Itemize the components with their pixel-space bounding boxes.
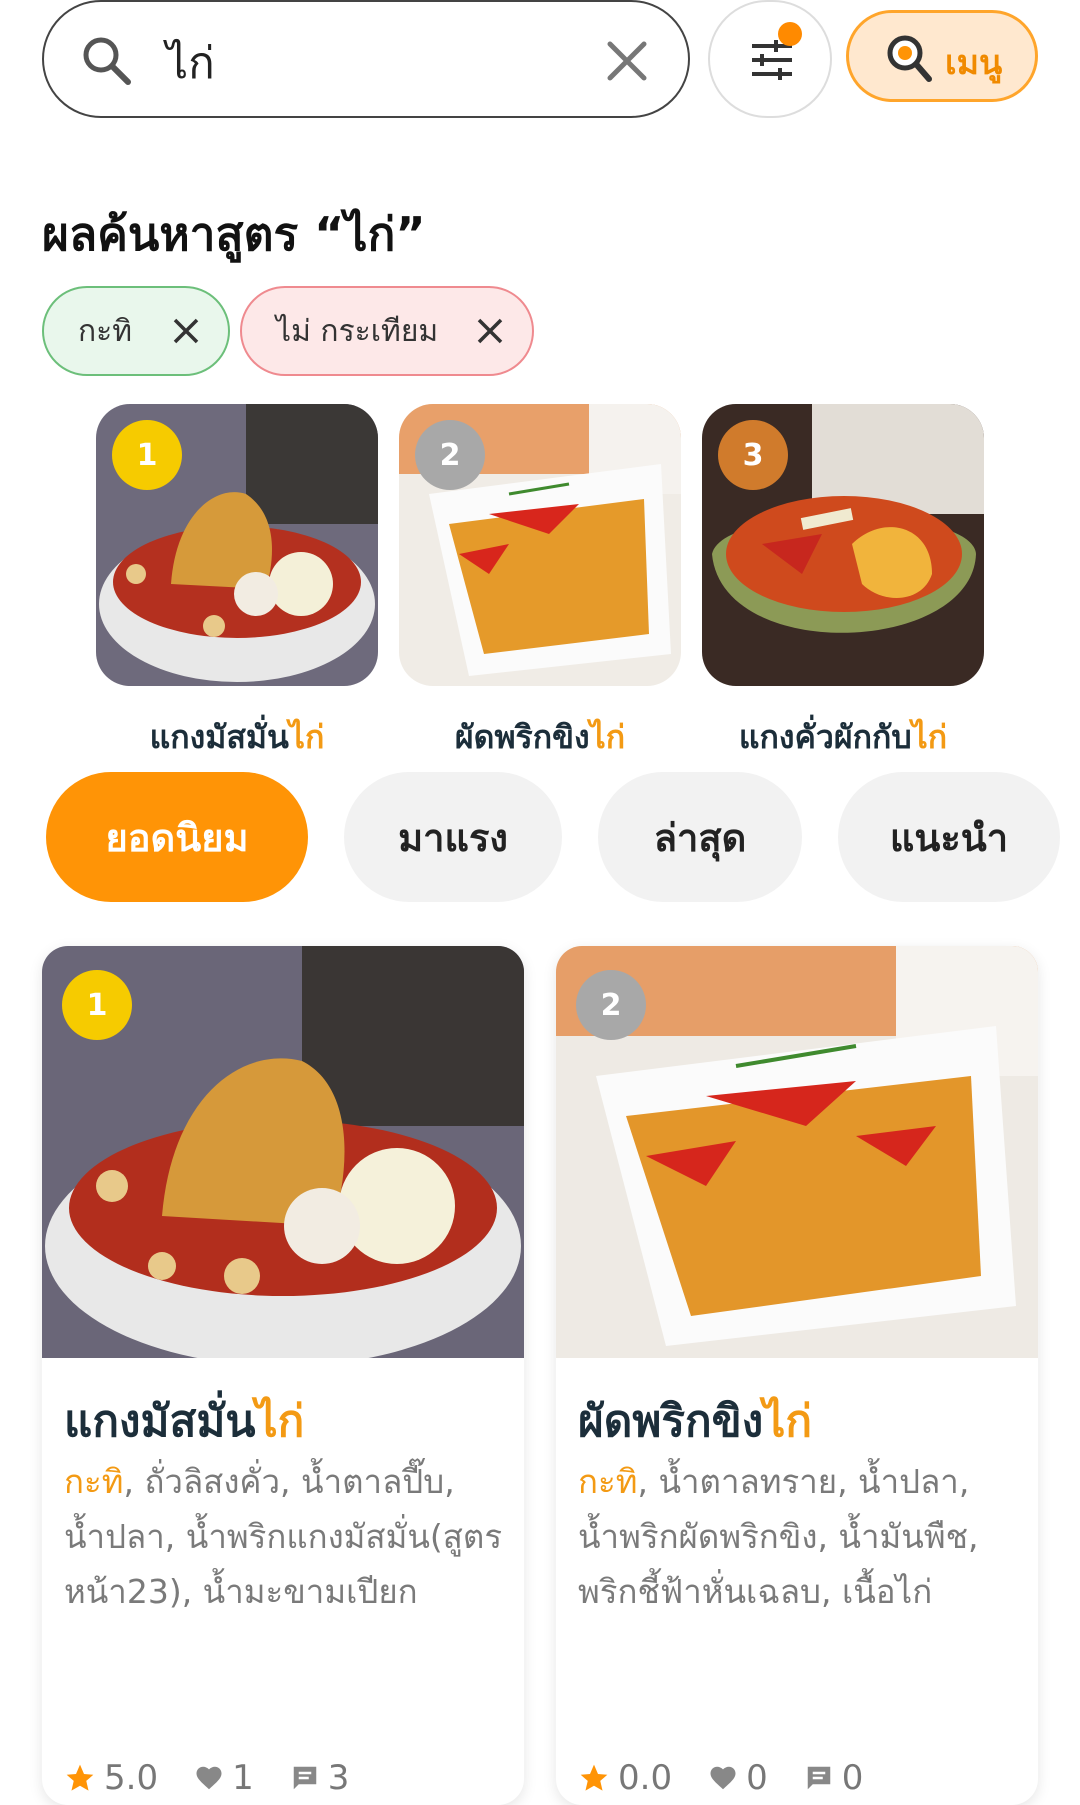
recipe-stats: 5.0 1 3 [64,1758,371,1798]
recipe-title: ผัดพริกขิงไก่ [578,1396,812,1447]
recipe-thumbnail: 3 [702,404,984,686]
recipe-ingredients: กะทิ, ถั่วลิสงคั่ว, น้ำตาลปี๊บ, น้ำปลา, … [64,1462,503,1611]
star-icon [580,1764,608,1791]
tab-popular[interactable]: ยอดนิยม [46,772,308,902]
star-icon [66,1764,94,1791]
recipe-ingredients: กะทิ, น้ำตาลทราย, น้ำปลา, น้ำพริกผัดพริก… [578,1462,979,1611]
recipe-thumbnail: 1 [96,404,378,686]
menu-button[interactable]: เมนู [846,10,1038,102]
menu-search-icon [887,35,932,82]
recipe-name: แกงคั่วผักกับไก่ [738,718,948,756]
filter-active-dot [778,22,802,46]
recipe-photo: 2 [556,946,1038,1358]
results-title: ผลค้นหาสูตร “ไก่” [42,207,426,261]
recipe-card[interactable]: 1 แกงมัสมั่นไก่ กะทิ, ถั่วลิสงคั่ว, น้ำต… [42,946,524,1805]
likes-count: 1 [232,1758,254,1798]
rank-badge: 1 [112,420,182,490]
rank-badge: 2 [415,420,485,490]
rank-badge: 1 [62,970,132,1040]
comment-icon [807,1766,830,1790]
recipe-photo: 1 [42,946,524,1358]
chip-label: ไม่ กระเทียม [276,313,439,349]
remove-chip-icon[interactable] [170,315,202,347]
remove-chip-icon[interactable] [474,315,506,347]
top-recipe-1[interactable]: 1 แกงมัสมั่นไก่ [96,404,378,763]
menu-button-label: เมนู [945,43,1003,83]
comment-icon [293,1766,316,1790]
chip-label: กะทิ [78,313,133,349]
rank-badge: 2 [576,970,646,1040]
search-input[interactable]: ไก่ [166,28,215,98]
rank-badge: 3 [718,420,788,490]
rating-value: 0.0 [618,1758,673,1798]
search-bar[interactable]: ไก่ [42,0,690,118]
recipe-thumbnail: 2 [399,404,681,686]
comments-count: 0 [841,1758,864,1798]
filter-chip-include[interactable]: กะทิ [42,286,230,376]
tab-latest[interactable]: ล่าสุด [598,772,802,902]
likes-count: 0 [746,1758,768,1798]
clear-icon[interactable] [600,34,654,88]
filter-button[interactable] [708,0,832,118]
search-icon [83,37,131,85]
recipe-name: แกงมัสมั่นไก่ [149,718,325,756]
tab-trending[interactable]: มาแรง [344,772,562,902]
recipe-card[interactable]: 2 ผัดพริกขิงไก่ กะทิ, น้ำตาลทราย, น้ำปลา… [556,946,1038,1805]
recipe-title: แกงมัสมั่นไก่ [64,1396,305,1447]
top-recipe-2[interactable]: 2 ผัดพริกขิงไก่ [399,404,681,763]
heart-icon [196,1766,222,1790]
tab-recommended[interactable]: แนะนำ [838,772,1060,902]
rating-value: 5.0 [104,1758,159,1798]
recipe-name: ผัดพริกขิงไก่ [454,718,626,756]
heart-icon [710,1766,736,1790]
filter-chip-exclude[interactable]: ไม่ กระเทียม [240,286,534,376]
comments-count: 3 [327,1758,350,1798]
top-recipe-3[interactable]: 3 แกงคั่วผักกับไก่ [702,404,984,763]
recipe-stats: 0.0 0 0 [578,1758,885,1798]
